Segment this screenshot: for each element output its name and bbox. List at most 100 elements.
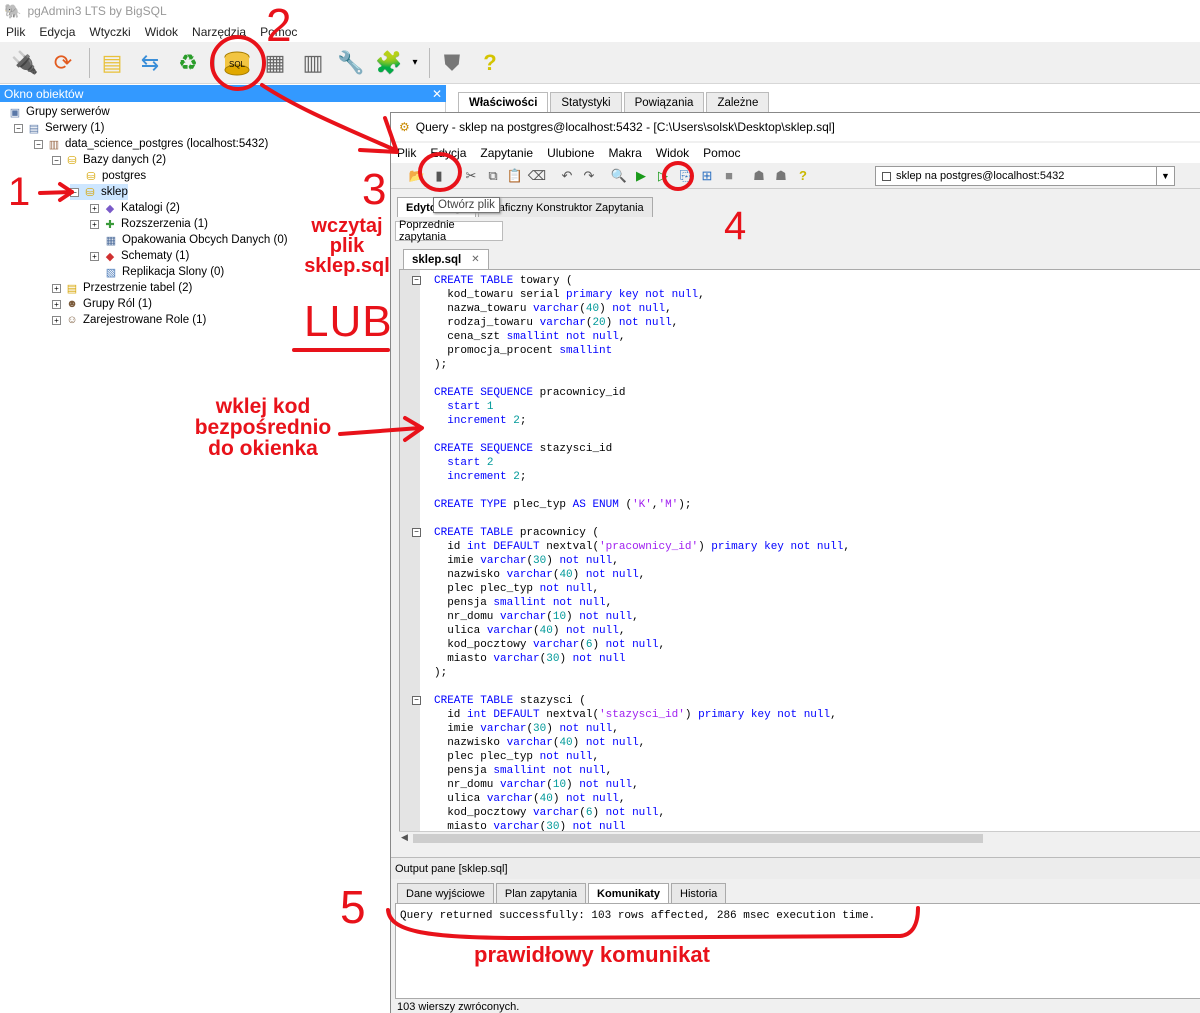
tree-item[interactable]: ▧ Replikacja Slony (0)	[104, 264, 224, 280]
previous-queries-select[interactable]: Poprzednie zapytania	[395, 219, 503, 243]
collapse-icon[interactable]: −	[34, 139, 43, 149]
tree-item[interactable]: − ▥ data_science_postgres (localhost:5432)	[34, 136, 268, 152]
dropdown-icon[interactable]: ▾	[410, 46, 420, 80]
execute-to-file-icon[interactable]: ⎘	[675, 166, 695, 186]
code-token: ,	[618, 625, 626, 637]
code-token: (	[618, 499, 633, 511]
expand-icon[interactable]: +	[90, 219, 99, 229]
tree-item[interactable]: + ✚ Rozszerzenia (1)	[90, 216, 208, 232]
expand-icon[interactable]: +	[52, 315, 61, 325]
expand-icon[interactable]: +	[52, 283, 61, 293]
code-token: rodzaj_towaru	[434, 317, 540, 329]
cancel-query-icon[interactable]: ■	[719, 166, 739, 186]
close-icon[interactable]: ✕	[432, 87, 442, 101]
scrollbar-thumb[interactable]	[413, 834, 983, 843]
sql-code[interactable]: − CREATE TABLE towary ( kod_towaru serial…	[412, 274, 850, 834]
qmenu-pomoc[interactable]: Pomoc	[703, 146, 740, 160]
qmenu-makra[interactable]: Makra	[608, 146, 641, 160]
clear-icon[interactable]: ⌫	[527, 166, 547, 186]
tab-wlasciwosci[interactable]: Właściwości	[458, 92, 549, 112]
shield-icon[interactable]: ⛊	[435, 46, 469, 80]
macro2-icon[interactable]: ☗	[771, 166, 791, 186]
paste-icon[interactable]: 📋	[505, 166, 525, 186]
copy-icon[interactable]: ⧉	[483, 166, 503, 186]
save-icon[interactable]: ▮	[429, 166, 449, 186]
redo-icon[interactable]: ↷	[579, 166, 599, 186]
execute-pgscript-icon[interactable]: ▷	[653, 166, 673, 186]
qmenu-zapytanie[interactable]: Zapytanie	[480, 146, 533, 160]
plug-icon[interactable]: 🔌	[8, 46, 42, 80]
file-tab-sklep[interactable]: sklep.sql ✕	[403, 249, 489, 269]
tab-dane-wyjsciowe[interactable]: Dane wyjściowe	[397, 883, 494, 903]
expand-icon[interactable]: +	[90, 203, 99, 213]
cut-icon[interactable]: ✂	[461, 166, 481, 186]
code-token: AS ENUM	[572, 499, 619, 511]
code-token: stazysci_id	[533, 443, 613, 455]
code-token: ,	[638, 569, 646, 581]
expand-icon[interactable]: +	[90, 251, 99, 261]
close-icon[interactable]: ✕	[471, 254, 479, 265]
tree-item[interactable]: − ⛁ Bazy danych (2)	[52, 152, 166, 168]
connection-select[interactable]: sklep na postgres@localhost:5432 ▼	[875, 166, 1175, 186]
plugin-icon[interactable]: 🧩	[372, 46, 406, 80]
menu-widok[interactable]: Widok	[145, 25, 178, 39]
sql-editor[interactable]: − CREATE TABLE towary ( kod_towaru serial…	[399, 269, 1200, 845]
tree-item[interactable]: ▦ Opakowania Obcych Danych (0)	[104, 232, 288, 248]
tab-zalezne[interactable]: Zależne	[706, 92, 770, 112]
filter-grid-icon[interactable]: ▥	[296, 46, 330, 80]
qmenu-plik[interactable]: Plik	[397, 146, 416, 160]
tab-powiazania[interactable]: Powiązania	[623, 92, 705, 112]
tab-historia[interactable]: Historia	[671, 883, 727, 903]
code-token: ,	[605, 597, 613, 609]
collapse-icon[interactable]: −	[70, 187, 79, 197]
collapse-icon[interactable]: −	[14, 123, 23, 133]
chevron-down-icon[interactable]: ▼	[1156, 167, 1174, 185]
tree-item[interactable]: + ▤ Przestrzenie tabel (2)	[52, 280, 192, 296]
help-icon[interactable]: ?	[473, 46, 507, 80]
tree-item[interactable]: ▣ Grupy serwerów	[8, 104, 110, 120]
open-file-icon[interactable]: 📂	[407, 166, 427, 186]
menu-plik[interactable]: Plik	[6, 25, 25, 39]
checkbox-icon[interactable]	[882, 171, 891, 181]
sql-icon[interactable]: SQL	[220, 46, 254, 80]
menu-wtyczki[interactable]: Wtyczki	[89, 25, 130, 39]
explain-icon[interactable]: ⊞	[697, 166, 717, 186]
scroll-left-icon[interactable]: ◀	[401, 832, 408, 843]
tab-plan-zapytania[interactable]: Plan zapytania	[495, 883, 587, 903]
qmenu-ulubione[interactable]: Ulubione	[547, 146, 594, 160]
code-token: 2	[486, 457, 494, 469]
tree-item[interactable]: + ☺ Zarejestrowane Role (1)	[52, 312, 206, 328]
expand-icon[interactable]: +	[52, 299, 61, 309]
help-icon[interactable]: ?	[793, 166, 813, 186]
tree-item[interactable]: + ☻ Grupy Ról (1)	[52, 296, 152, 312]
tree-item[interactable]: + ◆ Katalogi (2)	[90, 200, 180, 216]
execute-icon[interactable]: ▶	[631, 166, 651, 186]
tree-item[interactable]: ⛁ postgres	[84, 168, 146, 184]
macro-icon[interactable]: ☗	[749, 166, 769, 186]
menu-edycja[interactable]: Edycja	[39, 25, 75, 39]
horizontal-scrollbar[interactable]: ◀	[399, 831, 1200, 845]
fold-icon[interactable]: −	[412, 276, 421, 285]
qmenu-widok[interactable]: Widok	[656, 146, 689, 160]
menu-narzedzia[interactable]: Narzędzia	[192, 25, 246, 39]
undo-icon[interactable]: ↶	[557, 166, 577, 186]
tab-komunikaty[interactable]: Komunikaty	[588, 883, 670, 903]
tab-graphical-builder[interactable]: Graficzny Konstruktor Zapytania	[477, 197, 653, 217]
fold-icon[interactable]: −	[412, 696, 421, 705]
tree-item[interactable]: + ◆ Schematy (1)	[90, 248, 189, 264]
refresh-icon[interactable]: ⟳	[46, 46, 80, 80]
fold-icon[interactable]: −	[412, 528, 421, 537]
qmenu-edycja[interactable]: Edycja	[430, 146, 466, 160]
tree-item[interactable]: − ⛁ sklep	[70, 184, 128, 200]
code-token: ;	[519, 471, 527, 483]
code-token: ,	[632, 611, 639, 623]
tree-item[interactable]: − ▤ Serwery (1)	[14, 120, 104, 136]
tab-statystyki[interactable]: Statystyki	[550, 92, 622, 112]
transfer-icon[interactable]: ⇆	[133, 46, 167, 80]
recycle-icon[interactable]: ♻	[171, 46, 205, 80]
find-icon[interactable]: 🔍	[609, 166, 629, 186]
folders-icon[interactable]: ▤	[95, 46, 129, 80]
collapse-icon[interactable]: −	[52, 155, 61, 165]
wrench-icon[interactable]: 🔧	[334, 46, 368, 80]
